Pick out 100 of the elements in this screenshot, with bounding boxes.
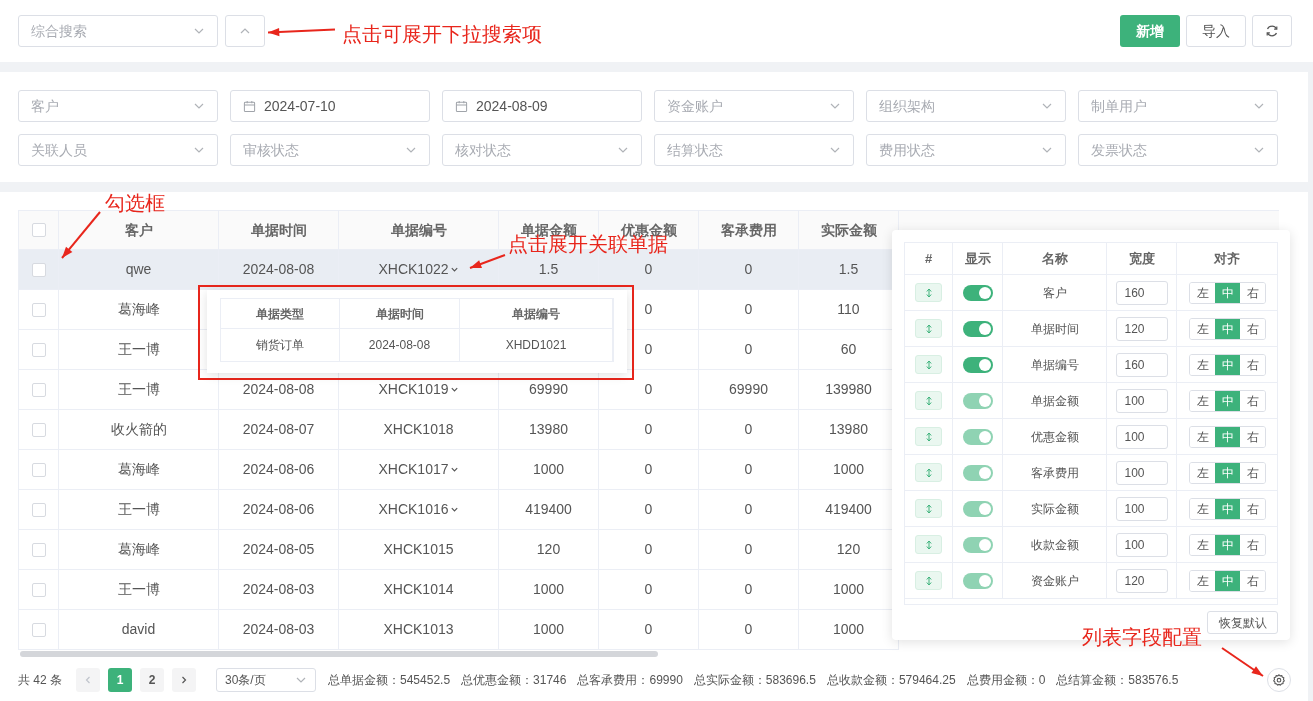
table-cell-text: 13980	[529, 420, 568, 439]
table-cell-text: 2024-08-03	[242, 620, 315, 639]
table-cell-text: 0	[744, 420, 753, 439]
select-placeholder: 关联人员	[31, 140, 87, 160]
table-cell-text: 0	[744, 460, 753, 479]
table-cell-text: 0	[644, 500, 653, 519]
select-placeholder: 发票状态	[1091, 140, 1147, 160]
table-cell-text: XHDD1021	[505, 337, 567, 354]
table-cell-text: 销货订单	[256, 337, 304, 354]
field-name: 优惠金额	[1030, 428, 1079, 446]
column-header: 单据编号	[512, 305, 560, 323]
table-cell-text: 0	[744, 340, 753, 359]
select-placeholder: 费用状态	[879, 140, 935, 160]
table-cell-text: 王一博	[117, 340, 160, 359]
column-header: #	[924, 249, 933, 268]
field-name: 实际金额	[1030, 500, 1079, 518]
table-cell-text: 120	[536, 540, 561, 559]
summary-total: 总优惠金额：31746	[461, 672, 567, 689]
select-placeholder: 核对状态	[455, 140, 511, 160]
table-cell-text: 0	[744, 500, 753, 519]
select-placeholder: 审核状态	[243, 140, 299, 160]
table-cell-text: 13980	[829, 420, 868, 439]
table-cell-text: 2024-08-03	[242, 580, 315, 599]
table-cell-text: david	[121, 620, 156, 639]
table-cell-text: 1.5	[838, 260, 859, 279]
total-count: 共 42 条	[18, 672, 62, 689]
table-cell-text: 60	[840, 340, 857, 359]
table-cell-text: 王一博	[117, 580, 160, 599]
table-cell-text: 1000	[532, 620, 565, 639]
annotation-text: 点击可展开下拉搜索项	[342, 24, 542, 44]
table-cell-text: 0	[644, 540, 653, 559]
table-cell-text: 2024-08-05	[242, 540, 315, 559]
column-header: 单据编号	[390, 220, 447, 240]
table-cell-text: 0	[644, 620, 653, 639]
field-name: 收款金额	[1030, 536, 1079, 554]
field-name: 资金账户	[1030, 572, 1079, 590]
table-cell-text: 0	[644, 380, 653, 399]
field-name: 客户	[1042, 284, 1067, 302]
select-placeholder: 资金账户	[667, 96, 723, 116]
table-cell-text: 2024-08-08	[368, 337, 431, 354]
table-cell-text: qwe	[125, 260, 152, 279]
column-header: 单据类型	[256, 305, 304, 323]
summary-total: 总结算金额：583576.5	[1056, 672, 1179, 689]
table-cell-text: 0	[644, 460, 653, 479]
field-name: 客承费用	[1030, 464, 1079, 482]
table-cell-text: 69990	[729, 380, 768, 399]
table-cell-text: 2024-08-06	[242, 460, 315, 479]
table-cell-text: 1000	[532, 460, 565, 479]
table-cell-text: 王一博	[117, 380, 160, 399]
table-cell-text: 419400	[825, 500, 872, 519]
table-cell-text: 0	[744, 580, 753, 599]
summary-total: 总实际金额：583696.5	[693, 672, 816, 689]
table-cell-text: 收火箭的	[110, 420, 167, 439]
doc-number-cell-text: XHCK1013	[383, 620, 454, 639]
table-cell-text: 2024-08-07	[242, 420, 315, 439]
table-cell-text: 葛海峰	[117, 460, 160, 479]
table-cell-text: 王一博	[117, 500, 160, 519]
table-cell-text: 1000	[832, 620, 865, 639]
column-header: 单据时间	[250, 220, 307, 240]
summary-total: 总收款金额：579464.25	[826, 672, 956, 689]
table-cell-text: 1000	[832, 460, 865, 479]
table-cell-text: 0	[744, 300, 753, 319]
column-header: 宽度	[1128, 249, 1155, 268]
column-header: 客户	[124, 220, 153, 240]
select-placeholder: 结算状态	[667, 140, 723, 160]
table-cell-text: 2024-08-08	[242, 380, 315, 399]
table-cell-text: 110	[837, 300, 860, 319]
column-header: 名称	[1041, 249, 1068, 268]
select-placeholder: 组织架构	[879, 96, 935, 116]
table-cell-text: 0	[744, 540, 753, 559]
table-cell-text: 0	[644, 340, 653, 359]
table-cell-text: 0	[644, 300, 653, 319]
search-placeholder: 综合搜索	[31, 21, 87, 41]
table-cell-text: 0	[644, 260, 653, 279]
table-cell-text: 1000	[532, 580, 565, 599]
doc-number-cell-text: XHCK1015	[383, 540, 454, 559]
table-cell-text: 葛海峰	[117, 300, 160, 319]
date-value: 2024-07-10	[264, 96, 336, 116]
table-cell-text: 2024-08-06	[242, 500, 315, 519]
summary-total: 总单据金额：545452.5	[328, 672, 451, 689]
column-header: 显示	[964, 249, 991, 268]
table-cell-text: 0	[644, 580, 653, 599]
doc-number-cell-text: XHCK1018	[383, 420, 454, 439]
column-header: 对齐	[1214, 249, 1240, 268]
field-name: 单据时间	[1030, 320, 1079, 338]
table-cell-text: 419400	[525, 500, 572, 519]
table-cell-text: 0	[744, 260, 753, 279]
table-cell-text: 2024-08-08	[242, 260, 315, 279]
table-cell-text: 1.5	[538, 260, 559, 279]
select-placeholder: 客户	[31, 96, 59, 116]
summary-total: 总客承费用：69990	[577, 672, 683, 689]
summary-total: 总费用金额：0	[966, 672, 1046, 689]
table-cell-text: 69990	[529, 380, 568, 399]
doc-number-cell-text: XHCK1014	[383, 580, 454, 599]
column-header: 实际金额	[820, 220, 877, 240]
table-cell-text: 120	[836, 540, 861, 559]
annotation-text: 勾选框	[105, 193, 165, 213]
field-name: 单据编号	[1030, 356, 1079, 374]
table-cell-text: 139980	[825, 380, 872, 399]
column-header: 客承费用	[720, 220, 777, 240]
